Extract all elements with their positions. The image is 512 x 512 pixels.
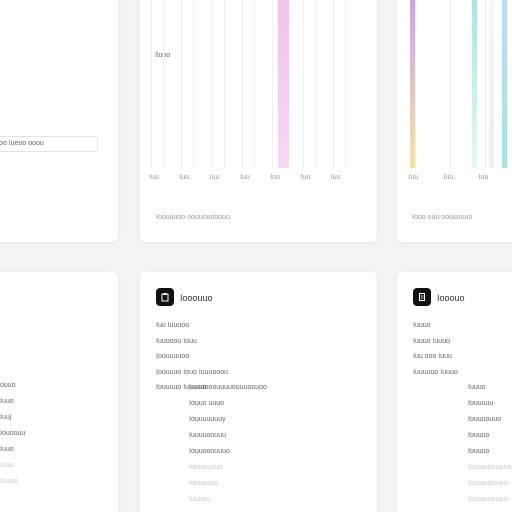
bar xyxy=(410,0,415,168)
panel-2: Iooouo Iuuuo Iuuuo Iuuuo Iuu ooo Iuuu Iuuuu… xyxy=(397,272,512,512)
bar xyxy=(472,0,477,168)
panel-1-icon xyxy=(156,288,174,306)
panel-sub-row: Iouuooouuuo xyxy=(189,448,230,455)
x-tick-label: Iuu xyxy=(149,174,159,181)
panel-1: Iooouuo Iuu Iuuuoo Iuuooou Iouu Iouuuuuoo I… xyxy=(140,272,377,512)
chart-footer: Iouuuuoo oouuouooouo xyxy=(156,214,230,221)
panel-sub-row: Iouuuo xyxy=(468,432,490,439)
dashboard: oo Iueoo ooou Iluoo IuuIuuIuuIuuIuuIuuIu… xyxy=(0,0,512,512)
list-item: Iuuuo xyxy=(0,478,18,485)
grid-line xyxy=(484,0,486,168)
chart-1: Iuu Iuu Iuu Iuu Iuu Iuu Iuu xyxy=(149,0,370,190)
chart-card-1: Iluoo IuuIuuIuuIuuIuuIuuIuu Iouuuuoo oou… xyxy=(140,0,377,242)
panel-1-title: Iooouuo xyxy=(180,293,213,303)
x-tick-label: Iuu xyxy=(478,174,489,181)
filter-value: oo Iueoo ooou xyxy=(0,140,44,147)
bar xyxy=(489,0,494,168)
panel-sub-row: Iouuuuuuuy xyxy=(189,416,226,423)
panel-sub-row: Iuuuo xyxy=(468,384,486,391)
list-item: Iuuo xyxy=(0,446,14,453)
x-tick-label: Iuu xyxy=(209,174,220,181)
panel-2-title: Iooouo xyxy=(437,293,465,303)
panel-row: Iuu Iuuuoo xyxy=(156,322,190,329)
grid-line xyxy=(332,0,334,168)
panel-row: Iuuuo xyxy=(413,322,431,329)
chart-footer-2: Iooo ouu oouuuouo xyxy=(412,214,473,221)
filter-input[interactable]: oo Iueoo ooou xyxy=(0,136,98,152)
grid-line xyxy=(163,0,165,168)
list-item: Iouoouu xyxy=(0,430,26,437)
panel-row: Iouuuuo Iouo Iuuuooou xyxy=(156,368,229,376)
list-item: Iouu xyxy=(0,462,14,469)
panel-sub-row: Iuuuuoouuu xyxy=(189,432,226,439)
x-tick-label: Iuu xyxy=(270,174,281,181)
panel-row: Iouuuuuoo xyxy=(156,353,190,360)
panel-sub-row: Iouuuuoouuu xyxy=(468,480,509,487)
x-tick-label: Iuu xyxy=(443,174,454,181)
grid-line xyxy=(181,0,183,168)
x-tick-label: Iuu xyxy=(240,174,250,181)
list-item: Iuuo xyxy=(0,398,14,405)
grid-line xyxy=(193,0,195,168)
panel-row: Iuuooou Iouu xyxy=(156,337,197,345)
panel-sub-row: Iuuuo xyxy=(189,384,207,391)
panel-sub-row: Iouuuuouuuuu xyxy=(468,464,512,471)
panel-sub-row: Iuuuuu xyxy=(189,496,211,503)
grid-line xyxy=(344,0,346,168)
x-tick-label: Iuu xyxy=(408,174,419,181)
panel-sub-row: Iouuuooo xyxy=(189,480,219,487)
list-item: ouuo xyxy=(0,382,16,389)
grid-line xyxy=(223,0,225,168)
grid-line xyxy=(449,0,451,168)
grid-line xyxy=(242,0,243,168)
chart-card-2: Iuu Iuu Iuu Iooo ouu oouuuouo xyxy=(397,0,512,242)
x-tick-label: Iuu xyxy=(179,174,190,181)
panel-sub-row: Iouuo uuuo xyxy=(189,400,225,407)
document-icon xyxy=(419,293,425,301)
list-card: ouuo Iuuo Iuuj Iouoouu Iuuo Iouu Iuuuo xyxy=(0,272,118,512)
panel-sub-row: Iouuuuuuo xyxy=(189,464,223,471)
grid-line xyxy=(151,0,153,168)
filter-card: oo Iueoo ooou xyxy=(0,0,118,242)
x-tick-label: Iuu xyxy=(300,174,311,181)
panel-sub-row: Iouuuo xyxy=(468,448,490,455)
panel-row: Iuu ooo Iuuu xyxy=(413,353,452,360)
grid-line xyxy=(254,0,255,168)
panel-sub-row: Iouuuouuo xyxy=(468,416,502,423)
clipboard-icon xyxy=(161,293,169,302)
panel-row: Iuuuuuo Iuuuo xyxy=(413,368,458,376)
chart-2: Iuu Iuu Iuu xyxy=(409,0,512,190)
panel-row: Iuuuo Iuuuo xyxy=(413,337,450,345)
panel-2-icon xyxy=(413,288,431,306)
panel-sub-row: Iouuuuu xyxy=(468,400,494,407)
panel-row: Iouuuuo Iuuuuuooouuuuouuuoouoo xyxy=(156,384,267,391)
grid-line xyxy=(314,0,316,168)
grid-line xyxy=(302,0,304,168)
list-item: Iuuj xyxy=(0,414,12,421)
bar xyxy=(502,0,507,168)
panel-sub-row: Iouuuuuuuuu xyxy=(468,496,509,503)
grid-line xyxy=(211,0,213,168)
x-tick-label: Iuu xyxy=(330,174,341,181)
bar xyxy=(278,0,290,168)
grid-line xyxy=(272,0,274,168)
